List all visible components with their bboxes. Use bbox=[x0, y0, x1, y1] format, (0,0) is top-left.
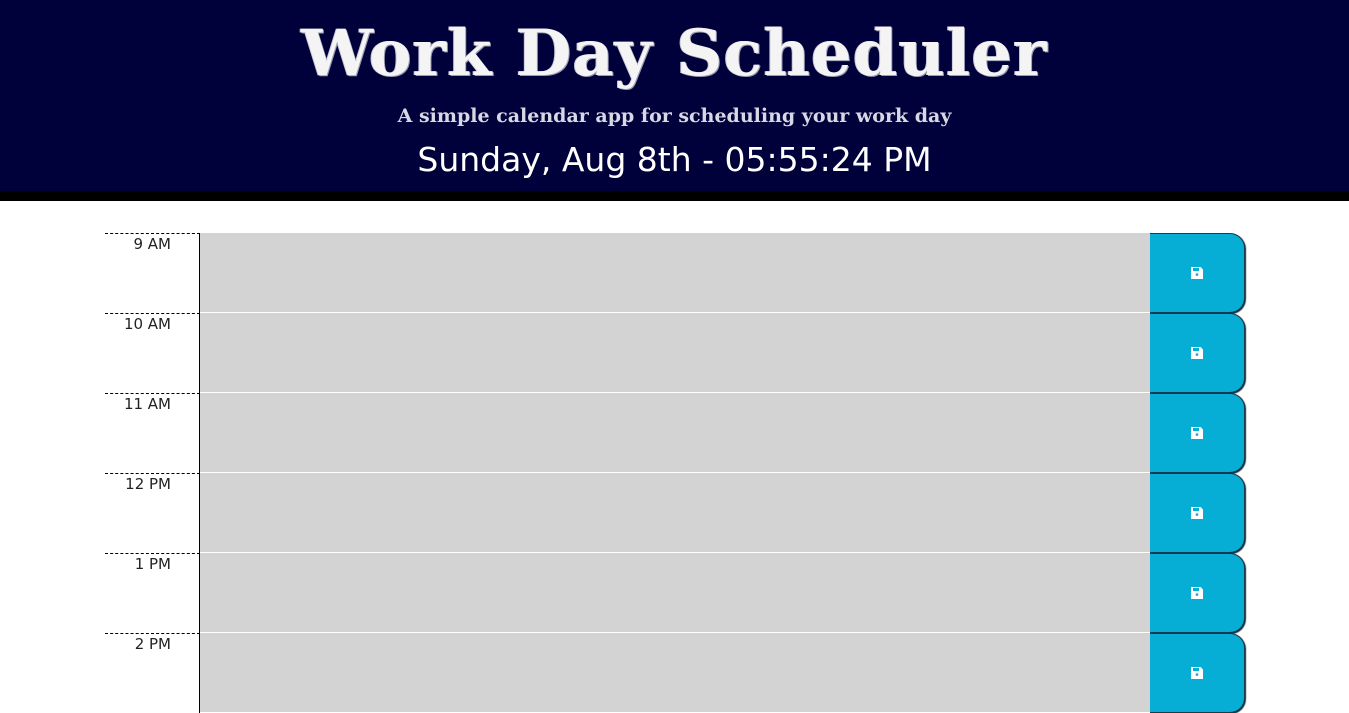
time-block: 1 PM bbox=[105, 553, 1245, 633]
page-header: Work Day Scheduler A simple calendar app… bbox=[0, 0, 1349, 201]
time-block: 2 PM bbox=[105, 633, 1245, 713]
page-subtitle: A simple calendar app for scheduling you… bbox=[397, 105, 952, 127]
event-description[interactable] bbox=[200, 553, 1150, 633]
page-title: Work Day Scheduler bbox=[301, 16, 1048, 91]
save-button[interactable] bbox=[1150, 233, 1245, 313]
time-block: 12 PM bbox=[105, 473, 1245, 553]
time-block: 9 AM bbox=[105, 233, 1245, 313]
event-description[interactable] bbox=[200, 313, 1150, 393]
time-block: 10 AM bbox=[105, 313, 1245, 393]
hour-label: 11 AM bbox=[105, 393, 200, 473]
event-description[interactable] bbox=[200, 393, 1150, 473]
time-block: 11 AM bbox=[105, 393, 1245, 473]
hour-label: 12 PM bbox=[105, 473, 200, 553]
schedule-container: 9 AM 10 AM 11 AM 12 PM 1 PM 2 PM bbox=[105, 233, 1245, 713]
save-icon bbox=[1190, 266, 1204, 280]
save-icon bbox=[1190, 586, 1204, 600]
save-button[interactable] bbox=[1150, 633, 1245, 713]
save-icon bbox=[1190, 506, 1204, 520]
save-icon bbox=[1190, 346, 1204, 360]
event-description[interactable] bbox=[200, 233, 1150, 313]
hour-label: 2 PM bbox=[105, 633, 200, 713]
hour-label: 9 AM bbox=[105, 233, 200, 313]
current-day: Sunday, Aug 8th - 05:55:24 PM bbox=[417, 140, 932, 179]
save-icon bbox=[1190, 666, 1204, 680]
hour-label: 10 AM bbox=[105, 313, 200, 393]
hour-label: 1 PM bbox=[105, 553, 200, 633]
event-description[interactable] bbox=[200, 633, 1150, 713]
save-button[interactable] bbox=[1150, 393, 1245, 473]
save-button[interactable] bbox=[1150, 473, 1245, 553]
event-description[interactable] bbox=[200, 473, 1150, 553]
save-button[interactable] bbox=[1150, 313, 1245, 393]
save-icon bbox=[1190, 426, 1204, 440]
save-button[interactable] bbox=[1150, 553, 1245, 633]
